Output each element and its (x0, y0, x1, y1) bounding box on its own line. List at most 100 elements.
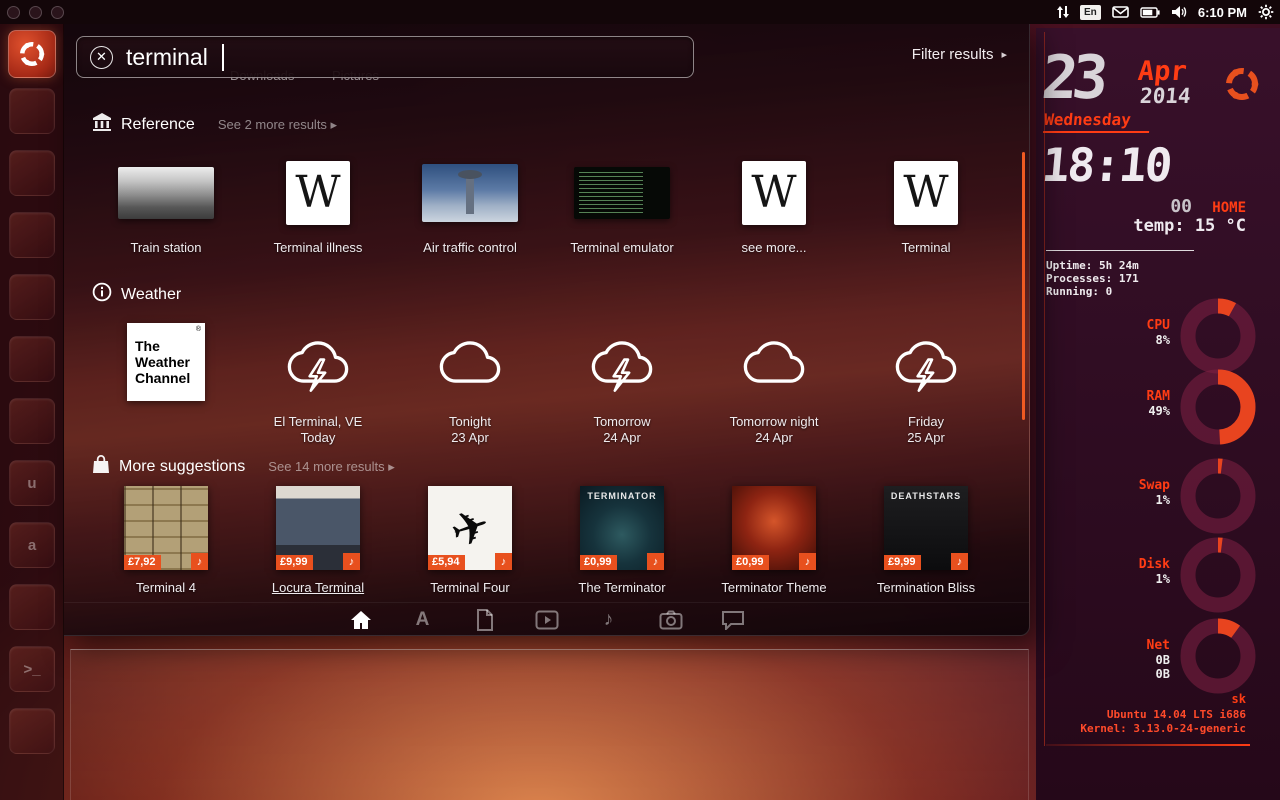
ram-gauge: RAM 49% (1108, 365, 1260, 449)
wikipedia-icon: W (894, 161, 958, 225)
weather-results-row: ® The Weather Channel El Terminal, VETod… (90, 314, 1004, 446)
photos-lens-icon[interactable] (658, 607, 684, 633)
social-lens-icon[interactable] (720, 607, 746, 633)
dash-home-button[interactable] (8, 30, 56, 78)
result-tile[interactable]: DEATHSTARS £9,99 ♪ Termination Bliss (850, 480, 1002, 596)
album-cover: DEATHSTARS £9,99 ♪ (884, 486, 968, 570)
price-badge: £9,99 (884, 555, 921, 570)
weekday-label: Wednesday (1043, 110, 1151, 133)
filter-results-button[interactable]: Filter results ▸ (912, 46, 1007, 63)
storm-cloud-icon (284, 331, 352, 393)
cloud-icon (740, 331, 808, 393)
launcher-item-settings[interactable] (9, 584, 55, 630)
wikipedia-icon: W (286, 161, 350, 225)
result-tile[interactable]: TERMINATOR £0,99 ♪ The Terminator (546, 480, 698, 596)
storm-cloud-icon (892, 331, 960, 393)
battery-icon[interactable] (1140, 7, 1160, 18)
video-lens-icon[interactable] (534, 607, 560, 633)
launcher-item-calc[interactable] (9, 274, 55, 320)
launcher-glyph: u (27, 475, 36, 492)
result-label: see more... (741, 240, 806, 256)
launcher-item-document[interactable] (9, 398, 55, 444)
result-label: Termination Bliss (877, 580, 975, 596)
swap-gauge: Swap 1% (1108, 454, 1260, 538)
result-label: Train station (130, 240, 201, 256)
section-header-reference: Reference See 2 more results ▸ (92, 112, 337, 137)
result-tile[interactable]: Friday25 Apr (850, 314, 1002, 446)
search-input[interactable]: terminal (126, 44, 208, 71)
cover-title: DEATHSTARS (884, 491, 968, 501)
result-label: Tomorrow24 Apr (593, 414, 650, 446)
dash-scrollbar[interactable] (1022, 152, 1025, 420)
launcher-item-ubuntu-one[interactable]: u (9, 460, 55, 506)
terminal-screenshot-thumbnail (574, 167, 670, 219)
session-gear-icon[interactable] (1258, 4, 1274, 20)
music-note-icon: ♪ (799, 553, 816, 570)
price-badge: £7,92 (124, 555, 161, 570)
price-badge: £0,99 (732, 555, 769, 570)
result-tile[interactable]: £9,99 ♪ Locura Terminal (242, 480, 394, 596)
clear-search-icon[interactable]: ✕ (90, 46, 113, 69)
search-bar[interactable]: ✕ terminal (76, 36, 694, 78)
result-tile[interactable]: W Terminal (850, 150, 1002, 256)
result-tile[interactable]: Air traffic control (394, 150, 546, 256)
result-tile[interactable]: ® The Weather Channel (90, 314, 242, 446)
see-more-link[interactable]: See 2 more results ▸ (218, 117, 337, 133)
result-label: Friday25 Apr (907, 414, 945, 446)
home-label: HOME (1212, 200, 1246, 216)
processes-label: Processes: 171 (1046, 272, 1139, 285)
music-lens-icon[interactable]: ♪ (596, 607, 622, 633)
suggestions-results-row: £7,92 ♪ Terminal 4 £9,99 ♪ Locura Termin… (90, 480, 1004, 596)
result-label: Terminal (901, 240, 950, 256)
maximize-button[interactable] (51, 6, 64, 19)
reference-category-icon (92, 112, 112, 137)
result-label: Terminator Theme (721, 580, 826, 596)
see-more-link[interactable]: See 14 more results ▸ (268, 459, 394, 475)
result-tile[interactable]: £7,92 ♪ Terminal 4 (90, 480, 242, 596)
price-badge: £0,99 (580, 555, 617, 570)
launcher-item-files[interactable] (9, 88, 55, 134)
launcher-item-terminal[interactable]: >_ (9, 646, 55, 692)
close-button[interactable] (7, 6, 20, 19)
result-tile[interactable]: Tomorrow24 Apr (546, 314, 698, 446)
result-label: The Terminator (578, 580, 665, 596)
filter-label: Filter results (912, 46, 994, 63)
date-day: 23 (1039, 48, 1104, 108)
clock[interactable]: 6:10 PM (1198, 5, 1247, 20)
result-tile[interactable]: W see more... (698, 150, 850, 256)
files-lens-icon[interactable] (472, 607, 498, 633)
launcher-item-editor[interactable] (9, 708, 55, 754)
result-tile[interactable]: Terminal emulator (546, 150, 698, 256)
plane-icon: ✈ (443, 496, 496, 559)
price-badge: £5,94 (428, 555, 465, 570)
result-tile[interactable]: Tomorrow night24 Apr (698, 314, 850, 446)
mail-icon[interactable] (1112, 6, 1129, 18)
storm-cloud-icon (588, 331, 656, 393)
launcher-item-browser[interactable] (9, 150, 55, 196)
net-gauge: Net 0B 0B (1108, 614, 1260, 698)
result-tile[interactable]: Train station (90, 150, 242, 256)
running-label: Running: 0 (1046, 285, 1112, 298)
launcher-item-amazon[interactable]: a (9, 522, 55, 568)
train-station-thumbnail (118, 167, 214, 219)
result-tile[interactable]: W Terminal illness (242, 150, 394, 256)
result-label: El Terminal, VEToday (274, 414, 363, 446)
applications-lens-icon[interactable]: A (410, 607, 436, 633)
result-tile[interactable]: ✈ £5,94 ♪ Terminal Four (394, 480, 546, 596)
clock-time: 18:10 (1040, 142, 1173, 188)
album-cover: ✈ £5,94 ♪ (428, 486, 512, 570)
music-note-icon: ♪ (343, 553, 360, 570)
minimize-button[interactable] (29, 6, 42, 19)
launcher-item-impress[interactable] (9, 336, 55, 382)
result-tile[interactable]: El Terminal, VEToday (242, 314, 394, 446)
section-title: More suggestions (119, 458, 245, 476)
home-lens-icon[interactable] (348, 607, 374, 633)
launcher-item-writer[interactable] (9, 212, 55, 258)
sync-indicator-icon[interactable] (1057, 5, 1069, 19)
disk-gauge: Disk 1% (1108, 533, 1260, 617)
top-panel: En 6:10 PM (0, 0, 1280, 24)
volume-icon[interactable] (1171, 5, 1187, 19)
result-tile[interactable]: Tonight23 Apr (394, 314, 546, 446)
result-tile[interactable]: £0,99 ♪ Terminator Theme (698, 480, 850, 596)
keyboard-layout-indicator[interactable]: En (1080, 5, 1101, 20)
